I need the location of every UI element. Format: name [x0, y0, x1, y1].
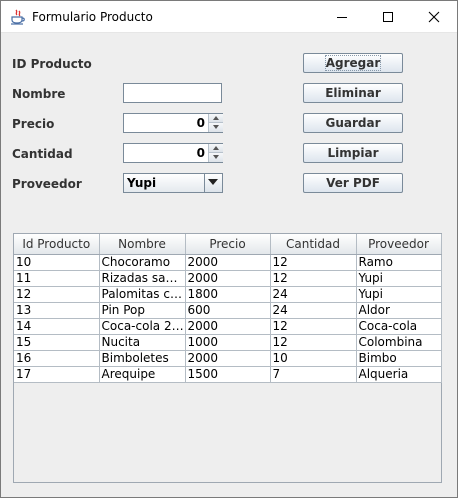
table-cell[interactable]: 1800	[185, 286, 271, 303]
arrow-down-icon	[213, 125, 219, 129]
limpiar-button[interactable]: Limpiar	[303, 143, 403, 163]
window-title: Formulario Producto	[32, 10, 153, 24]
table-cell[interactable]: 2000	[185, 318, 271, 335]
table-cell[interactable]: 12	[14, 286, 100, 303]
guardar-button[interactable]: Guardar	[303, 113, 403, 133]
ver-pdf-button[interactable]: Ver PDF	[303, 173, 403, 193]
agregar-button-label: Agregar	[324, 55, 382, 71]
arrow-down-icon	[213, 155, 219, 159]
precio-decrement-button[interactable]	[209, 123, 223, 132]
title-bar[interactable]: Formulario Producto	[1, 1, 457, 33]
cantidad-spinner-value[interactable]: 0	[124, 144, 208, 162]
table-cell[interactable]: 14	[14, 318, 100, 335]
table-row[interactable]: 14 Coca-cola 25... 2000 12 Coca-cola	[14, 318, 442, 335]
table-cell[interactable]: Rizadas sab...	[99, 270, 186, 287]
products-table: Id Producto Nombre Precio Cantidad Proveedor…	[14, 234, 442, 383]
table-row[interactable]: 13 Pin Pop 600 24 Aldor	[14, 302, 442, 319]
table-cell[interactable]: 15	[14, 334, 100, 351]
table-header-row: Id Producto Nombre Precio Cantidad Proveedor	[14, 234, 442, 255]
product-form-window: Formulario Producto ID Producto Nombre P…	[0, 0, 458, 498]
table-cell[interactable]: 24	[270, 302, 357, 319]
table-cell[interactable]: 10	[14, 254, 100, 271]
precio-increment-button[interactable]	[209, 114, 223, 123]
table-cell[interactable]: 12	[270, 270, 357, 287]
table-cell[interactable]: 2000	[185, 270, 271, 287]
maximize-button[interactable]	[365, 1, 411, 33]
table-cell[interactable]: Colombina	[356, 334, 442, 351]
table-cell[interactable]: Bimbo	[356, 350, 442, 367]
table-cell[interactable]: 12	[270, 254, 357, 271]
table-cell[interactable]: 16	[14, 350, 100, 367]
table-cell[interactable]: 7	[270, 366, 357, 383]
table-body: 10 Chocoramo 2000 12 Ramo 11 Rizadas sab... 200…	[14, 254, 442, 383]
close-button[interactable]	[411, 1, 457, 33]
minimize-button[interactable]	[319, 1, 365, 33]
table-cell[interactable]: 1500	[185, 366, 271, 383]
proveedor-label: Proveedor	[12, 177, 82, 191]
table-cell[interactable]: 13	[14, 302, 100, 319]
table-cell[interactable]: Ramo	[356, 254, 442, 271]
arrow-up-icon	[213, 116, 219, 120]
table-cell[interactable]: Arequipe	[99, 366, 186, 383]
precio-spinner[interactable]: 0	[123, 113, 223, 133]
chevron-down-icon	[208, 179, 218, 185]
cantidad-label: Cantidad	[12, 147, 73, 161]
table-cell[interactable]: 2000	[185, 254, 271, 271]
table-cell[interactable]: Yupi	[356, 286, 442, 303]
column-header[interactable]: Id Producto	[14, 234, 100, 255]
cantidad-increment-button[interactable]	[209, 144, 223, 153]
arrow-up-icon	[213, 146, 219, 150]
table-cell[interactable]: Coca-cola	[356, 318, 442, 335]
agregar-button[interactable]: Agregar	[303, 53, 403, 73]
nombre-input[interactable]	[123, 83, 222, 103]
table-row[interactable]: 15 Nucita 1000 12 Colombina	[14, 334, 442, 351]
table-row[interactable]: 12 Palomitas ca... 1800 24 Yupi	[14, 286, 442, 303]
table-cell[interactable]: 10	[270, 350, 357, 367]
close-icon	[428, 11, 440, 23]
table-cell[interactable]: 1000	[185, 334, 271, 351]
eliminar-button[interactable]: Eliminar	[303, 83, 403, 103]
minimize-icon	[337, 17, 347, 18]
proveedor-selected-value: Yupi	[127, 176, 157, 190]
table-row[interactable]: 11 Rizadas sab... 2000 12 Yupi	[14, 270, 442, 287]
proveedor-combobox[interactable]: Yupi	[123, 173, 223, 193]
id-producto-label: ID Producto	[12, 57, 92, 71]
table-cell[interactable]: 12	[270, 334, 357, 351]
column-header[interactable]: Precio	[185, 234, 271, 255]
table-cell[interactable]: 2000	[185, 350, 271, 367]
cantidad-spinner-buttons	[208, 144, 223, 162]
precio-label: Precio	[12, 117, 55, 131]
table-row[interactable]: 10 Chocoramo 2000 12 Ramo	[14, 254, 442, 271]
table-cell[interactable]: Chocoramo	[99, 254, 186, 271]
table-cell[interactable]: 17	[14, 366, 100, 383]
table-cell[interactable]: Nucita	[99, 334, 186, 351]
column-header[interactable]: Cantidad	[270, 234, 357, 255]
cantidad-spinner[interactable]: 0	[123, 143, 223, 163]
nombre-label: Nombre	[12, 87, 66, 101]
table-row[interactable]: 17 Arequipe 1500 7 Alqueria	[14, 366, 442, 383]
table-cell[interactable]: Pin Pop	[99, 302, 186, 319]
table-cell[interactable]: Bimboletes	[99, 350, 186, 367]
table-row[interactable]: 16 Bimboletes 2000 10 Bimbo	[14, 350, 442, 367]
table-cell[interactable]: 11	[14, 270, 100, 287]
table-cell[interactable]: Aldor	[356, 302, 442, 319]
precio-spinner-value[interactable]: 0	[124, 114, 208, 132]
table-cell[interactable]: Alqueria	[356, 366, 442, 383]
table-cell[interactable]: Coca-cola 25...	[99, 318, 186, 335]
java-cup-icon	[10, 9, 26, 25]
table-cell[interactable]: Palomitas ca...	[99, 286, 186, 303]
column-header[interactable]: Proveedor	[356, 234, 442, 255]
table-cell[interactable]: 600	[185, 302, 271, 319]
products-table-scrollpane[interactable]: Id Producto Nombre Precio Cantidad Proveedor…	[13, 233, 442, 483]
table-cell[interactable]: 12	[270, 318, 357, 335]
precio-spinner-buttons	[208, 114, 223, 132]
cantidad-decrement-button[interactable]	[209, 153, 223, 162]
proveedor-dropdown-button[interactable]	[204, 174, 222, 192]
maximize-icon	[383, 12, 393, 22]
table-cell[interactable]: Yupi	[356, 270, 442, 287]
column-header[interactable]: Nombre	[99, 234, 186, 255]
table-cell[interactable]: 24	[270, 286, 357, 303]
